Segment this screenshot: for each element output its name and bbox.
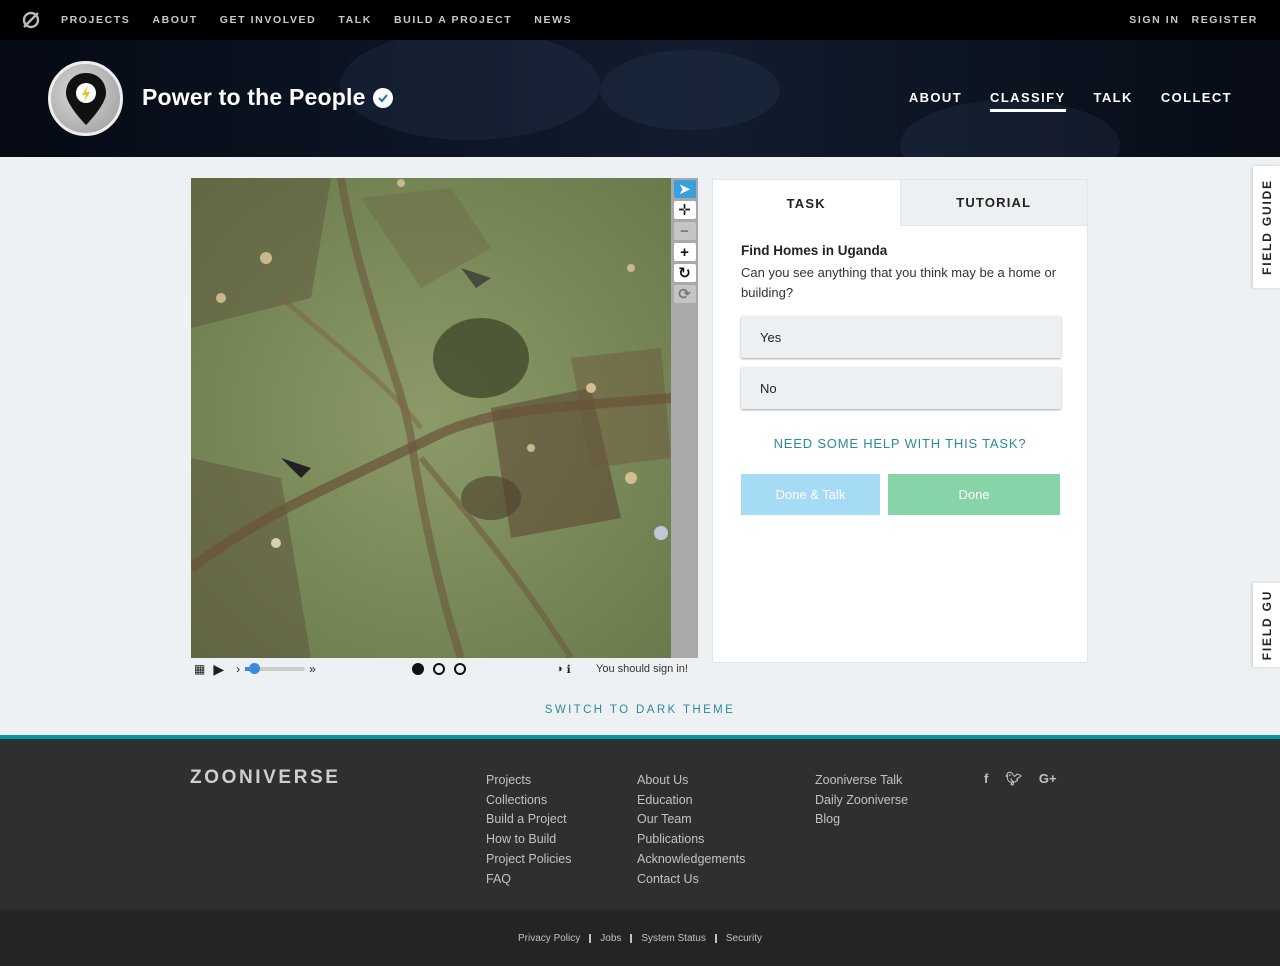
background-texture [600, 50, 780, 130]
task-question: Can you see anything that you think may … [741, 265, 1057, 300]
task-tabs: TASK TUTORIAL [713, 180, 1087, 226]
divider [589, 933, 592, 943]
speed-slider[interactable] [245, 663, 306, 674]
frame-dot-2[interactable] [432, 663, 445, 675]
satellite-image [191, 178, 671, 658]
footer-link[interactable]: Publications [637, 830, 745, 850]
project-nav-collect[interactable]: COLLECT [1161, 90, 1232, 112]
project-nav-talk[interactable]: TALK [1094, 90, 1133, 112]
field-guide-label: FIELD GUIDE [1260, 179, 1274, 275]
sign-in-warning: You should sign in! [596, 663, 688, 675]
footer-link[interactable]: Our Team [637, 810, 745, 830]
footer-col-talk: Zooniverse Talk Daily Zooniverse Blog [815, 771, 908, 830]
register-link[interactable]: REGISTER [1192, 14, 1258, 26]
nav-projects[interactable]: PROJECTS [61, 14, 130, 26]
security-link[interactable]: Security [726, 933, 762, 944]
slider-handle[interactable] [249, 663, 261, 674]
top-navigation: PROJECTS ABOUT GET INVOLVED TALK BUILD A… [0, 0, 1280, 40]
footer-link[interactable]: Zooniverse Talk [815, 771, 908, 791]
dark-theme-toggle[interactable]: SWITCH TO DARK THEME [0, 704, 1280, 716]
nav-about[interactable]: ABOUT [152, 14, 197, 26]
nav-get-involved[interactable]: GET INVOLVED [220, 14, 317, 26]
footer-link[interactable]: Daily Zooniverse [815, 791, 908, 811]
step-back-icon[interactable]: › [236, 662, 240, 676]
info-icon[interactable]: ℹ [566, 663, 570, 676]
nav-talk[interactable]: TALK [338, 14, 372, 26]
done-and-talk-button[interactable]: Done & Talk [741, 474, 880, 515]
divider [630, 933, 633, 943]
rotate-icon[interactable]: ↻ [673, 264, 696, 282]
task-help-link[interactable]: NEED SOME HELP WITH THIS TASK? [713, 436, 1087, 451]
twitter-icon[interactable]: 🐦︎ [1005, 771, 1022, 787]
footer-link[interactable]: Acknowledgements [637, 850, 745, 870]
zoom-out-icon[interactable]: − [673, 222, 696, 240]
facebook-icon[interactable]: f [984, 771, 988, 787]
map-pin-icon [65, 72, 106, 125]
sign-in-link[interactable]: SIGN IN [1129, 14, 1179, 26]
field-guide-tab[interactable]: FIELD GUIDE [1253, 166, 1280, 288]
frame-dot-1[interactable] [411, 663, 424, 675]
footer-link[interactable]: Collections [486, 791, 571, 811]
project-nav: ABOUT CLASSIFY TALK COLLECT [881, 90, 1232, 112]
reset-icon[interactable]: ⟳ [673, 285, 696, 303]
footer-link[interactable]: Contact Us [637, 870, 745, 890]
answer-yes-button[interactable]: Yes [741, 316, 1061, 358]
footer-link[interactable]: Projects [486, 771, 571, 791]
system-status-link[interactable]: System Status [641, 933, 705, 944]
footer-link[interactable]: Project Policies [486, 850, 571, 870]
jobs-link[interactable]: Jobs [600, 933, 621, 944]
play-icon[interactable]: ▶ [213, 661, 224, 678]
footer-link[interactable]: Education [637, 791, 745, 811]
zooniverse-icon[interactable] [21, 10, 41, 30]
nav-news[interactable]: NEWS [534, 14, 572, 26]
invert-icon[interactable]: ◑ [556, 663, 563, 675]
footer-link[interactable]: Blog [815, 810, 908, 830]
task-title: Find Homes in Uganda [741, 243, 888, 258]
move-tool-icon[interactable]: ✛ [673, 201, 696, 219]
nav-build-a-project[interactable]: BUILD A PROJECT [394, 14, 512, 26]
google-plus-icon[interactable]: G+ [1039, 771, 1057, 787]
main-nav-links: PROJECTS ABOUT GET INVOLVED TALK BUILD A… [61, 14, 594, 26]
divider [714, 933, 717, 943]
project-header: Power to the People ABOUT CLASSIFY TALK … [0, 40, 1280, 157]
zooniverse-logo[interactable]: ZOONIVERSE [190, 767, 341, 789]
field-guide-tab-duplicate[interactable]: FIELD GU [1253, 583, 1280, 667]
field-guide-label-truncated: FIELD GU [1260, 589, 1274, 661]
footer-col-projects: Projects Collections Build a Project How… [486, 771, 571, 889]
site-footer: ZOONIVERSE Projects Collections Build a … [0, 735, 1280, 910]
footer-link[interactable]: FAQ [486, 870, 571, 890]
task-panel: TASK TUTORIAL Find Homes in Uganda Can y… [712, 179, 1088, 663]
footer-link[interactable]: About Us [637, 771, 745, 791]
verified-badge-icon [373, 88, 393, 108]
project-nav-classify[interactable]: CLASSIFY [990, 90, 1066, 112]
footer-link[interactable]: How to Build [486, 830, 571, 850]
project-title[interactable]: Power to the People [142, 84, 366, 111]
answer-no-button[interactable]: No [741, 367, 1061, 409]
project-avatar[interactable] [48, 61, 123, 136]
viewer-toolbar: ➤ ✛ − + ↻ ⟳ [671, 178, 698, 658]
subject-image[interactable] [191, 178, 671, 658]
account-links: SIGN IN REGISTER [1117, 14, 1258, 26]
zoom-in-icon[interactable]: + [673, 243, 696, 261]
tab-tutorial[interactable]: TUTORIAL [899, 180, 1087, 226]
project-nav-about[interactable]: ABOUT [909, 90, 962, 112]
legal-footer: Privacy Policy Jobs System Status Securi… [0, 910, 1280, 966]
social-links: f 🐦︎ G+ [984, 771, 1074, 787]
footer-link[interactable]: Build a Project [486, 810, 571, 830]
frame-dot-3[interactable] [453, 663, 466, 675]
footer-col-about: About Us Education Our Team Publications… [637, 771, 745, 889]
grid-icon[interactable]: ▦ [194, 662, 205, 676]
done-button[interactable]: Done [888, 474, 1060, 515]
step-forward-icon[interactable]: » [309, 662, 316, 676]
tab-task[interactable]: TASK [713, 180, 900, 226]
pointer-tool-icon[interactable]: ➤ [673, 180, 696, 198]
privacy-policy-link[interactable]: Privacy Policy [518, 933, 580, 944]
